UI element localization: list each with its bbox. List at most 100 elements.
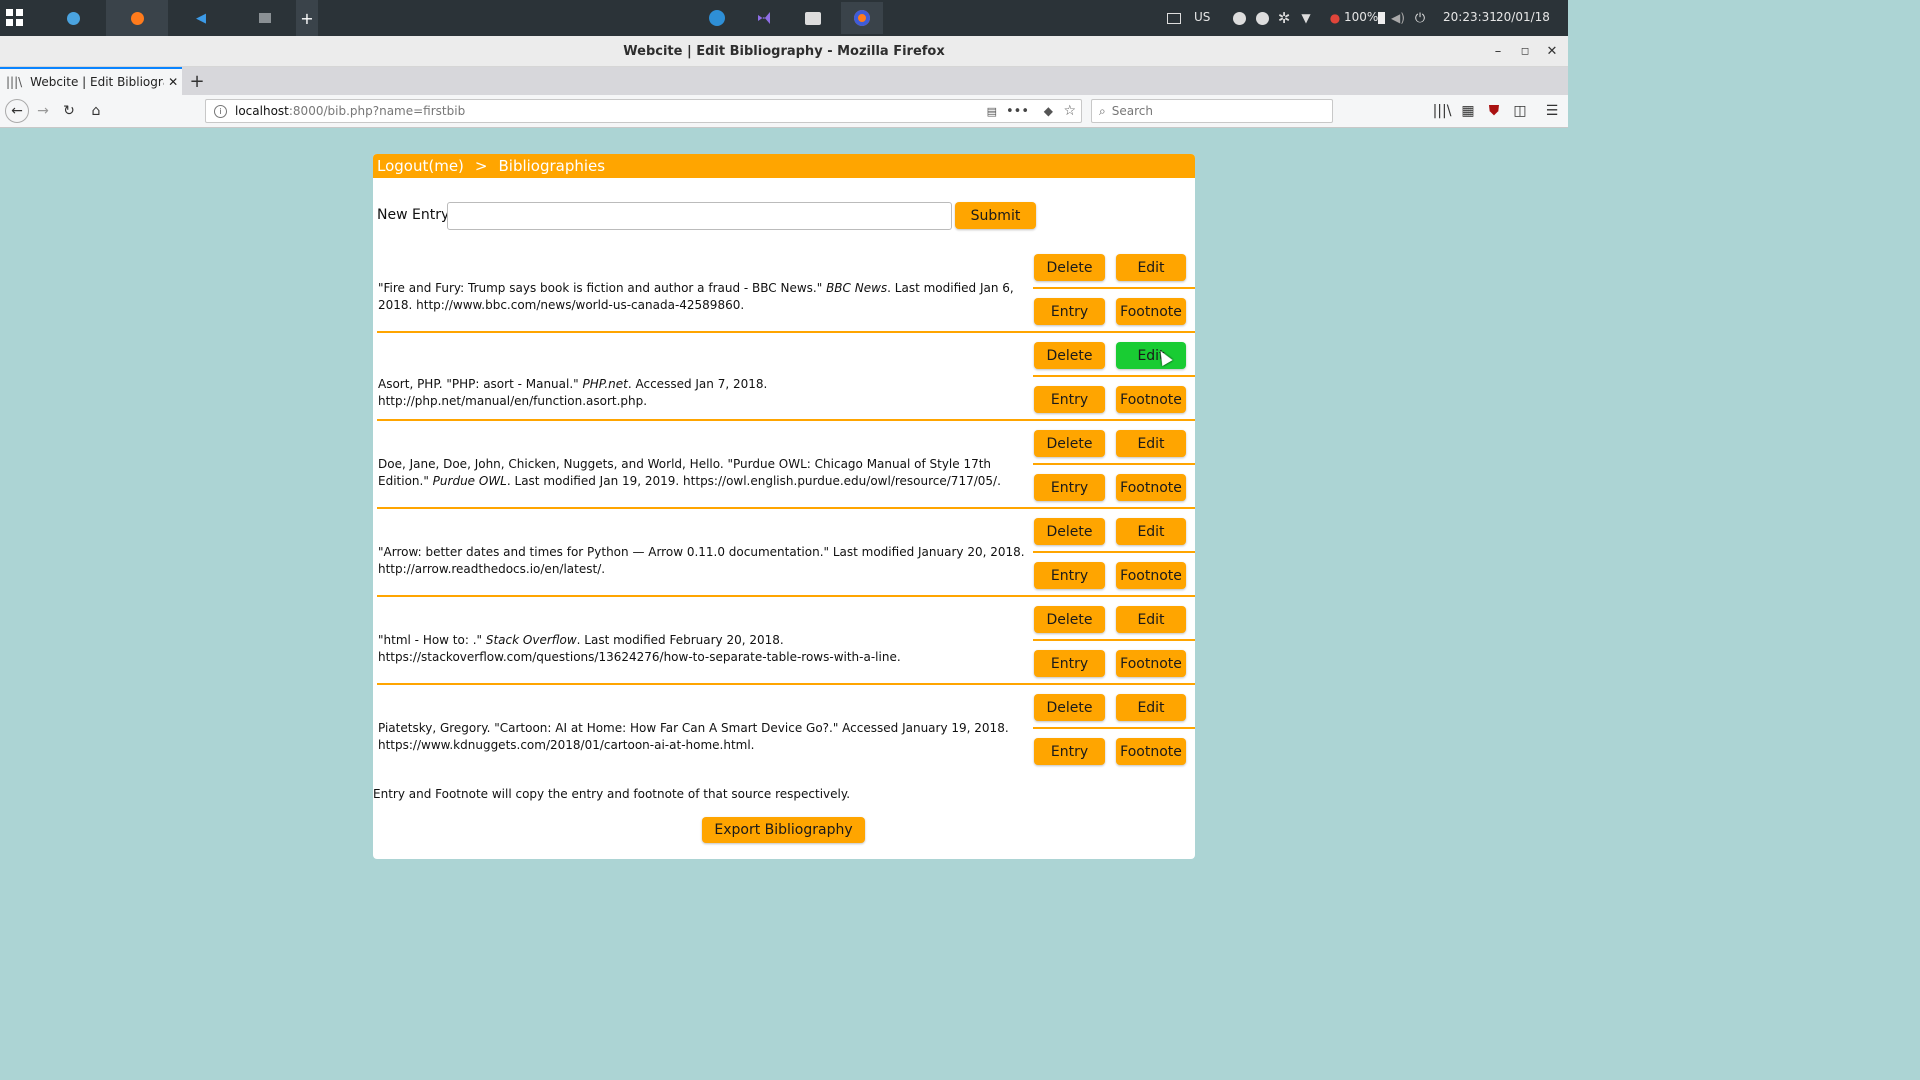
back-arrow-icon: ← [5, 99, 29, 123]
footnote-button[interactable]: Footnote [1116, 562, 1186, 589]
entry-button[interactable]: Entry [1034, 650, 1105, 677]
launcher-terminal-icon[interactable] [803, 8, 823, 28]
delete-button[interactable]: Delete [1034, 518, 1105, 545]
delete-button[interactable]: Delete [1034, 606, 1105, 633]
back-button[interactable]: ← [5, 95, 29, 127]
hamburger-menu-icon[interactable]: ☰ [1543, 95, 1561, 127]
taskbar-item-terminal[interactable] [234, 0, 296, 36]
clipboard-icon[interactable]: ▦ [1459, 95, 1477, 127]
new-entry-input[interactable] [447, 202, 952, 230]
button-row-divider [1033, 375, 1195, 377]
logout-link[interactable]: Logout(me) [377, 157, 464, 175]
tab-active[interactable]: |||\ Webcite | Edit Bibliograph ✕ [0, 67, 182, 95]
tab-strip: |||\ Webcite | Edit Bibliograph ✕ + [0, 67, 1568, 95]
edit-button[interactable]: Edit [1116, 518, 1186, 545]
entry-button[interactable]: Entry [1034, 386, 1105, 413]
entry-button[interactable]: Entry [1034, 562, 1105, 589]
sidebar-toggle-icon[interactable]: ◫ [1511, 95, 1529, 127]
entry-citation: "html - How to: ." Stack Overflow. Last … [378, 632, 1033, 666]
battery-percent: 100% [1344, 10, 1379, 24]
delete-button[interactable]: Delete [1034, 430, 1105, 457]
edit-button[interactable]: Edit [1116, 430, 1186, 457]
wifi-icon[interactable]: ▼ [1299, 10, 1313, 26]
keyboard-layout-label[interactable]: US [1194, 10, 1210, 24]
maximize-button[interactable]: ◻ [1512, 36, 1538, 66]
reader-view-icon[interactable]: ▤ [987, 105, 997, 118]
citation-source: Stack Overflow [485, 633, 577, 647]
library-icon[interactable]: |||\ [1432, 95, 1452, 127]
gamepad-shape [1255, 11, 1269, 25]
submit-button[interactable]: Submit [955, 202, 1036, 229]
page-actions-icon[interactable]: ••• [1006, 104, 1029, 119]
bibliography-card: Logout(me) > Bibliographies New Entry: S… [373, 154, 1195, 859]
clock-time[interactable]: 20:23:31 [1443, 10, 1497, 24]
bookmark-star-icon[interactable]: ☆ [1063, 103, 1076, 119]
shield-icon: ⛊ [1488, 103, 1500, 119]
entry-button[interactable]: Entry [1034, 474, 1105, 501]
power-icon[interactable]: ⏻ [1413, 10, 1427, 26]
reload-button[interactable]: ↻ [59, 95, 79, 127]
keyboard-icon[interactable] [1167, 10, 1181, 26]
entry-button[interactable]: Entry [1034, 738, 1105, 765]
edit-button[interactable]: Edit [1116, 606, 1186, 633]
new-tab-button[interactable]: + [188, 69, 206, 93]
footnote-button[interactable]: Footnote [1116, 386, 1186, 413]
edit-button[interactable]: Edit [1116, 254, 1186, 281]
tab-close-icon[interactable]: ✕ [168, 75, 178, 89]
plus-icon: + [300, 8, 314, 28]
gamepad-icon[interactable] [1254, 10, 1270, 26]
terminal-icon [259, 13, 271, 23]
url-bar[interactable]: i localhost:8000/bib.php?name=firstbib ▤… [205, 99, 1082, 123]
close-icon: ✕ [1546, 43, 1558, 59]
forward-button[interactable]: → [33, 95, 53, 127]
new-entry-label: New Entry: [377, 207, 453, 223]
launcher-app-icon[interactable] [707, 8, 727, 28]
pocket-icon[interactable]: ◆ [1044, 104, 1053, 118]
terminal-icon [805, 11, 821, 25]
menu-glyph: ☰ [1545, 103, 1559, 119]
taskbar-item-app-1[interactable] [42, 0, 104, 36]
new-workspace-button[interactable]: + [296, 0, 318, 36]
entry-citation: "Fire and Fury: Trump says book is ficti… [378, 280, 1033, 314]
settings-tray-icon[interactable]: ✲ [1276, 9, 1292, 27]
ublock-icon[interactable]: ⛊ [1485, 95, 1503, 127]
apps-grid-icon[interactable] [6, 9, 24, 27]
citation-text: "Arrow: better dates and times for Pytho… [378, 545, 1025, 576]
gear-glyph: ✲ [1277, 9, 1291, 27]
delete-button[interactable]: Delete [1034, 694, 1105, 721]
taskbar-item-firefox[interactable] [106, 0, 168, 36]
taskbar-item-vscode[interactable]: ◀ [170, 0, 232, 36]
citation-source: BBC News [826, 281, 888, 295]
home-button[interactable]: ⌂ [86, 95, 106, 127]
firefox-icon [854, 10, 870, 26]
library-glyph: |||\ [1432, 103, 1452, 119]
entry-button[interactable]: Entry [1034, 298, 1105, 325]
edit-button[interactable]: Edit [1116, 342, 1186, 369]
delete-button[interactable]: Delete [1034, 342, 1105, 369]
launcher-firefox-icon[interactable] [841, 2, 883, 34]
footnote-button[interactable]: Footnote [1116, 298, 1186, 325]
close-window-button[interactable]: ✕ [1539, 36, 1565, 66]
footnote-button[interactable]: Footnote [1116, 474, 1186, 501]
bibliographies-link[interactable]: Bibliographies [498, 157, 605, 175]
search-bar[interactable]: ⌕ Search [1091, 99, 1333, 123]
wifi-glyph: ▼ [1301, 11, 1311, 25]
launcher-visual-studio-icon[interactable] [754, 8, 774, 28]
forward-arrow-icon: → [37, 103, 49, 119]
reload-icon: ↻ [63, 103, 75, 119]
export-bibliography-button[interactable]: Export Bibliography [702, 817, 865, 843]
minimize-button[interactable]: – [1485, 36, 1511, 66]
steam-icon[interactable] [1231, 10, 1247, 26]
footnote-button[interactable]: Footnote [1116, 738, 1186, 765]
delete-button[interactable]: Delete [1034, 254, 1105, 281]
citation-source: PHP.net [582, 377, 628, 391]
volume-icon[interactable]: ◀) [1390, 10, 1406, 26]
entry-citation: Asort, PHP. "PHP: asort - Manual." PHP.n… [378, 376, 1033, 410]
site-info-icon[interactable]: i [214, 104, 227, 118]
battery-icon[interactable] [1376, 10, 1386, 26]
window-title-bar: Webcite | Edit Bibliography - Mozilla Fi… [0, 36, 1568, 67]
footnote-button[interactable]: Footnote [1116, 650, 1186, 677]
clock-date[interactable]: 20/01/18 [1496, 10, 1550, 24]
edit-button[interactable]: Edit [1116, 694, 1186, 721]
notification-bell-icon[interactable]: ● [1330, 10, 1340, 26]
